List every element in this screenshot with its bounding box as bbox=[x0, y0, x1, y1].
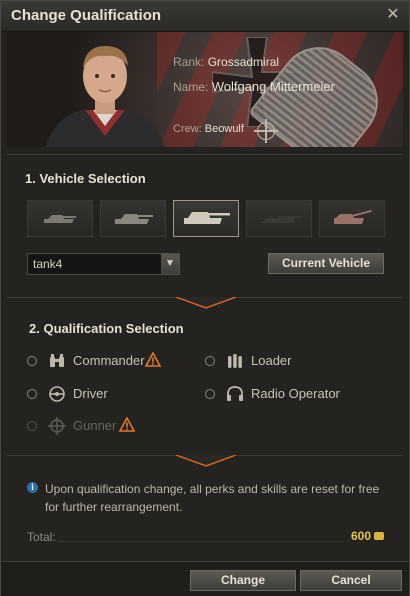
vehicle-dropdown-value: tank4 bbox=[33, 257, 63, 271]
driver-label: Driver bbox=[73, 386, 108, 401]
name-value: Wolfgang Mittermeier bbox=[211, 79, 335, 94]
binoculars-icon bbox=[50, 354, 64, 367]
vehicle-selection-title: 1. Vehicle Selection bbox=[25, 171, 146, 186]
cancel-button[interactable]: Cancel bbox=[300, 570, 402, 591]
loader-label: Loader bbox=[251, 353, 292, 368]
commander-label: Commander bbox=[73, 353, 145, 368]
name-row: Name: Wolfgang Mittermeier bbox=[173, 79, 335, 94]
radio-operator-radio[interactable] bbox=[205, 389, 215, 399]
qualification-selection-title: 2. Qualification Selection bbox=[29, 321, 184, 336]
driver-radio[interactable] bbox=[27, 389, 37, 399]
crew-row: Crew: Beowulf bbox=[173, 123, 244, 135]
dialog-footer: Change Cancel bbox=[1, 561, 409, 596]
change-button[interactable]: Change bbox=[190, 570, 296, 591]
divider bbox=[7, 154, 403, 155]
crew-portrait bbox=[45, 46, 165, 147]
info-icon: i bbox=[27, 482, 38, 493]
total-leader-dots bbox=[59, 541, 344, 542]
current-vehicle-button[interactable]: Current Vehicle bbox=[268, 253, 384, 274]
name-label: Name: bbox=[173, 80, 209, 94]
tank-slot-spg[interactable] bbox=[319, 200, 385, 237]
commander-radio[interactable] bbox=[27, 356, 37, 366]
title-bar: Change Qualification ✕ bbox=[1, 1, 409, 32]
crew-label: Crew: bbox=[173, 123, 202, 135]
warning-icon bbox=[145, 352, 161, 367]
section-notch-icon bbox=[176, 297, 236, 309]
gunner-label: Gunner bbox=[73, 418, 117, 433]
qualification-option-loader[interactable]: Loader bbox=[205, 351, 375, 371]
crosshair-icon[interactable] bbox=[254, 119, 278, 143]
gold-coin-icon bbox=[374, 532, 384, 540]
tank-slot-heavy-tank[interactable] bbox=[173, 200, 239, 237]
light-tank-icon bbox=[44, 215, 76, 223]
qualification-option-gunner: Gunner bbox=[27, 416, 197, 436]
crew-banner: Rank: Grossadmiral Name: Wolfgang Mitter… bbox=[7, 32, 403, 147]
reset-note: Upon qualification change, all perks and… bbox=[45, 482, 380, 514]
crew-value: Beowulf bbox=[204, 123, 244, 135]
tank-slot-light-tank[interactable] bbox=[27, 200, 93, 237]
total-label: Total: bbox=[27, 530, 56, 544]
change-qualification-dialog: Change Qualification ✕ Rank: Grossadmira… bbox=[0, 0, 410, 596]
medium-tank-icon bbox=[115, 214, 153, 224]
radio-operator-label: Radio Operator bbox=[251, 386, 340, 401]
rank-row: Rank: Grossadmiral bbox=[173, 55, 279, 69]
tank-slot-medium-tank[interactable] bbox=[100, 200, 166, 237]
loader-radio[interactable] bbox=[205, 356, 215, 366]
gunner-radio bbox=[27, 421, 37, 431]
crosshair-icon bbox=[48, 417, 66, 435]
tank-destroyer-icon bbox=[261, 216, 301, 223]
heavy-tank-icon bbox=[184, 212, 230, 224]
warning-icon bbox=[119, 417, 135, 432]
headphones-icon bbox=[227, 386, 243, 401]
steering-wheel-icon bbox=[49, 386, 65, 402]
section-notch-icon bbox=[176, 455, 236, 467]
spg-icon bbox=[334, 209, 372, 224]
qualification-option-commander[interactable]: Commander bbox=[27, 351, 197, 371]
qualification-option-radio-operator[interactable]: Radio Operator bbox=[205, 384, 395, 404]
close-icon[interactable]: ✕ bbox=[383, 5, 403, 25]
qualification-option-driver[interactable]: Driver bbox=[27, 384, 197, 404]
rank-label: Rank: bbox=[173, 55, 205, 69]
vehicle-dropdown[interactable]: tank4 ▼ bbox=[27, 253, 180, 275]
total-value: 600 bbox=[351, 529, 372, 543]
dialog-title: Change Qualification bbox=[11, 7, 162, 24]
shells-icon bbox=[228, 354, 242, 368]
tank-slot-tank-destroyer[interactable] bbox=[246, 200, 312, 237]
rank-value: Grossadmiral bbox=[207, 55, 280, 69]
chevron-down-icon[interactable]: ▼ bbox=[161, 254, 179, 274]
